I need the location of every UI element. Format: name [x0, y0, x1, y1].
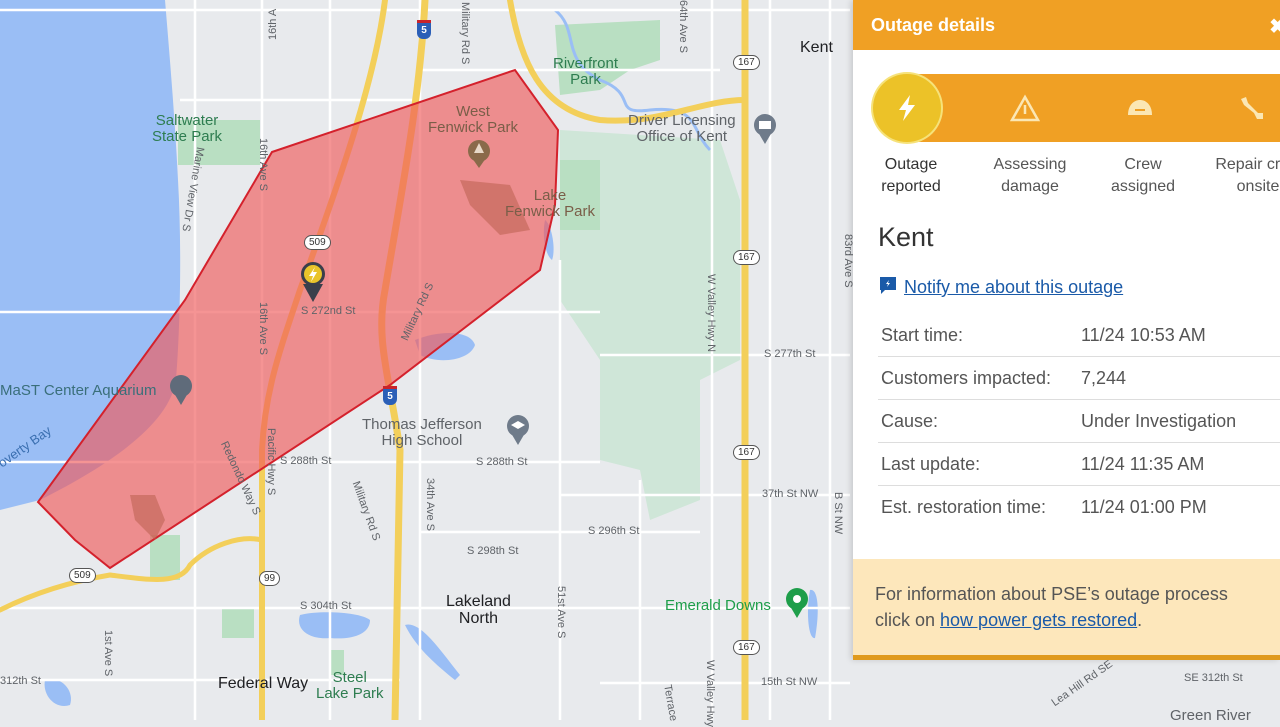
detail-value: 11/24 10:53 AM: [1081, 324, 1206, 345]
street-label: SE 312th St: [1184, 672, 1243, 684]
detail-row-cause: Cause: Under Investigation: [878, 400, 1280, 443]
street-label: 16th A: [267, 8, 279, 40]
detail-row-last-update: Last update: 11/24 11:35 AM: [878, 443, 1280, 486]
interstate-5-shield: 5: [383, 386, 397, 405]
highway-167-shield: 167: [733, 55, 760, 70]
info-text-line1: For information about PSE’s outage proce…: [875, 584, 1228, 604]
detail-row-est-restoration: Est. restoration time: 11/24 01:00 PM: [878, 486, 1280, 528]
street-label: S 296th St: [588, 525, 640, 537]
street-label: 83rd Ave S: [842, 234, 854, 288]
street-label: 16th Ave S: [257, 302, 269, 356]
street-label: W Valley Hwy N: [705, 274, 717, 353]
highway-167-shield: 167: [733, 250, 760, 265]
park-area: [150, 535, 180, 580]
map-label-west-fenwick-park: West Fenwick Park: [428, 103, 519, 136]
map-label-green-river: Green River: [1170, 707, 1251, 724]
detail-value: 11/24 01:00 PM: [1081, 496, 1207, 517]
street-label: S 272nd St: [301, 305, 356, 317]
street-label: S 304th St: [300, 600, 352, 612]
step-label-assessing-damage: Assessing damage: [993, 156, 1067, 195]
highway-167-shield: 167: [733, 640, 760, 655]
progress-step-labels: Outage reported Assessing damage Crew assig…: [853, 154, 1280, 204]
street-label: 64th Ave S: [677, 0, 689, 54]
map-label-emerald-downs: Emerald Downs: [665, 597, 771, 614]
detail-value: Under Investigation: [1081, 410, 1237, 431]
street-label: S 277th St: [764, 348, 816, 360]
detail-label: Start time:: [881, 324, 964, 345]
outage-process-info-box: For information about PSE’s outage proce…: [853, 559, 1280, 655]
notify-me-row: Notify me about this outage: [878, 275, 1280, 300]
step-label-outage-reported: Outage reported: [881, 156, 941, 195]
info-text-line2: click on how power gets restored.: [875, 610, 1143, 630]
street-label: S 298th St: [467, 545, 519, 557]
street-label: 15th St NW: [761, 676, 818, 688]
detail-row-start-time: Start time: 11/24 10:53 AM: [878, 314, 1280, 357]
panel-title: Outage details: [871, 14, 996, 35]
detail-value: 7,244: [1081, 367, 1127, 388]
wrench-icon: [1217, 74, 1280, 142]
outage-area-name: Kent: [878, 222, 934, 252]
step-label-crew-assigned: Crew assigned: [1110, 156, 1176, 195]
highway-167-shield: 167: [733, 445, 760, 460]
step-label-repair-crew-onsite: Repair crewonsite: [1215, 156, 1280, 195]
map-label-thomas-jefferson-hs: Thomas Jefferson High School: [362, 416, 482, 449]
park-area: [222, 608, 254, 638]
street-label: 312th St: [0, 675, 41, 687]
map-label-saltwater-state-park: Saltwater State Park: [152, 112, 223, 145]
street-label: 51st Ave S: [555, 586, 567, 639]
street-label: S 288th St: [476, 456, 528, 468]
notification-bubble-icon: [878, 275, 898, 300]
highway-509-shield: 509: [304, 235, 331, 250]
street-label: 34th Ave S: [424, 478, 436, 532]
detail-label: Customers impacted:: [881, 367, 1052, 388]
detail-row-customers-impacted: Customers impacted: 7,244: [878, 357, 1280, 400]
detail-value: 11/24 11:35 AM: [1081, 453, 1205, 474]
detail-label: Last update:: [881, 453, 981, 474]
highway-99-shield: 99: [259, 571, 281, 586]
street-label: W Valley Hwy: [704, 660, 716, 727]
lightning-bolt-icon: [873, 74, 941, 142]
outage-details-table: Start time: 11/24 10:53 AM Customers imp…: [878, 314, 1280, 528]
map-label-kent: Kent: [800, 39, 833, 56]
hard-hat-icon: [1106, 74, 1174, 142]
detail-label: Est. restoration time:: [881, 496, 1047, 517]
map-label-lakeland-north: Lakeland North: [446, 593, 511, 627]
highway-509-shield: 509: [69, 568, 96, 583]
notify-me-link[interactable]: Notify me about this outage: [904, 277, 1123, 298]
panel-header: Outage details ✖: [853, 0, 1280, 50]
outage-details-panel: Outage details ✖ Outage reported Assessin…: [853, 0, 1280, 660]
street-label: Pacific Hwy S: [265, 428, 277, 496]
map-label-driver-licensing: Driver Licensing Office of Kent: [628, 112, 736, 145]
outage-progress-bar: [873, 74, 1280, 142]
map-label-steel-lake-park: Steel Lake Park: [316, 669, 384, 702]
warning-triangle-icon: [991, 74, 1059, 142]
interstate-5-shield: 5: [417, 20, 431, 39]
detail-label: Cause:: [881, 410, 939, 431]
street-label: 37th St NW: [762, 488, 819, 500]
steel-lake: [299, 612, 370, 639]
map-label-lake-fenwick-park: Lake Fenwick Park: [505, 187, 596, 220]
street-label: B St NW: [832, 492, 844, 535]
street-label: 1st Ave S: [102, 630, 114, 677]
close-icon[interactable]: ✖: [1269, 14, 1280, 39]
street-label: S 288th St: [280, 455, 332, 467]
street-label: Military Rd S: [459, 2, 471, 65]
street-label: 16th Ave S: [257, 138, 269, 192]
how-power-gets-restored-link[interactable]: how power gets restored: [940, 610, 1137, 630]
map-label-federal-way: Federal Way: [218, 675, 309, 692]
map-label-mast-center-aquarium: MaST Center Aquarium: [0, 382, 157, 399]
map-label-riverfront-park: Riverfront Park: [553, 55, 619, 88]
